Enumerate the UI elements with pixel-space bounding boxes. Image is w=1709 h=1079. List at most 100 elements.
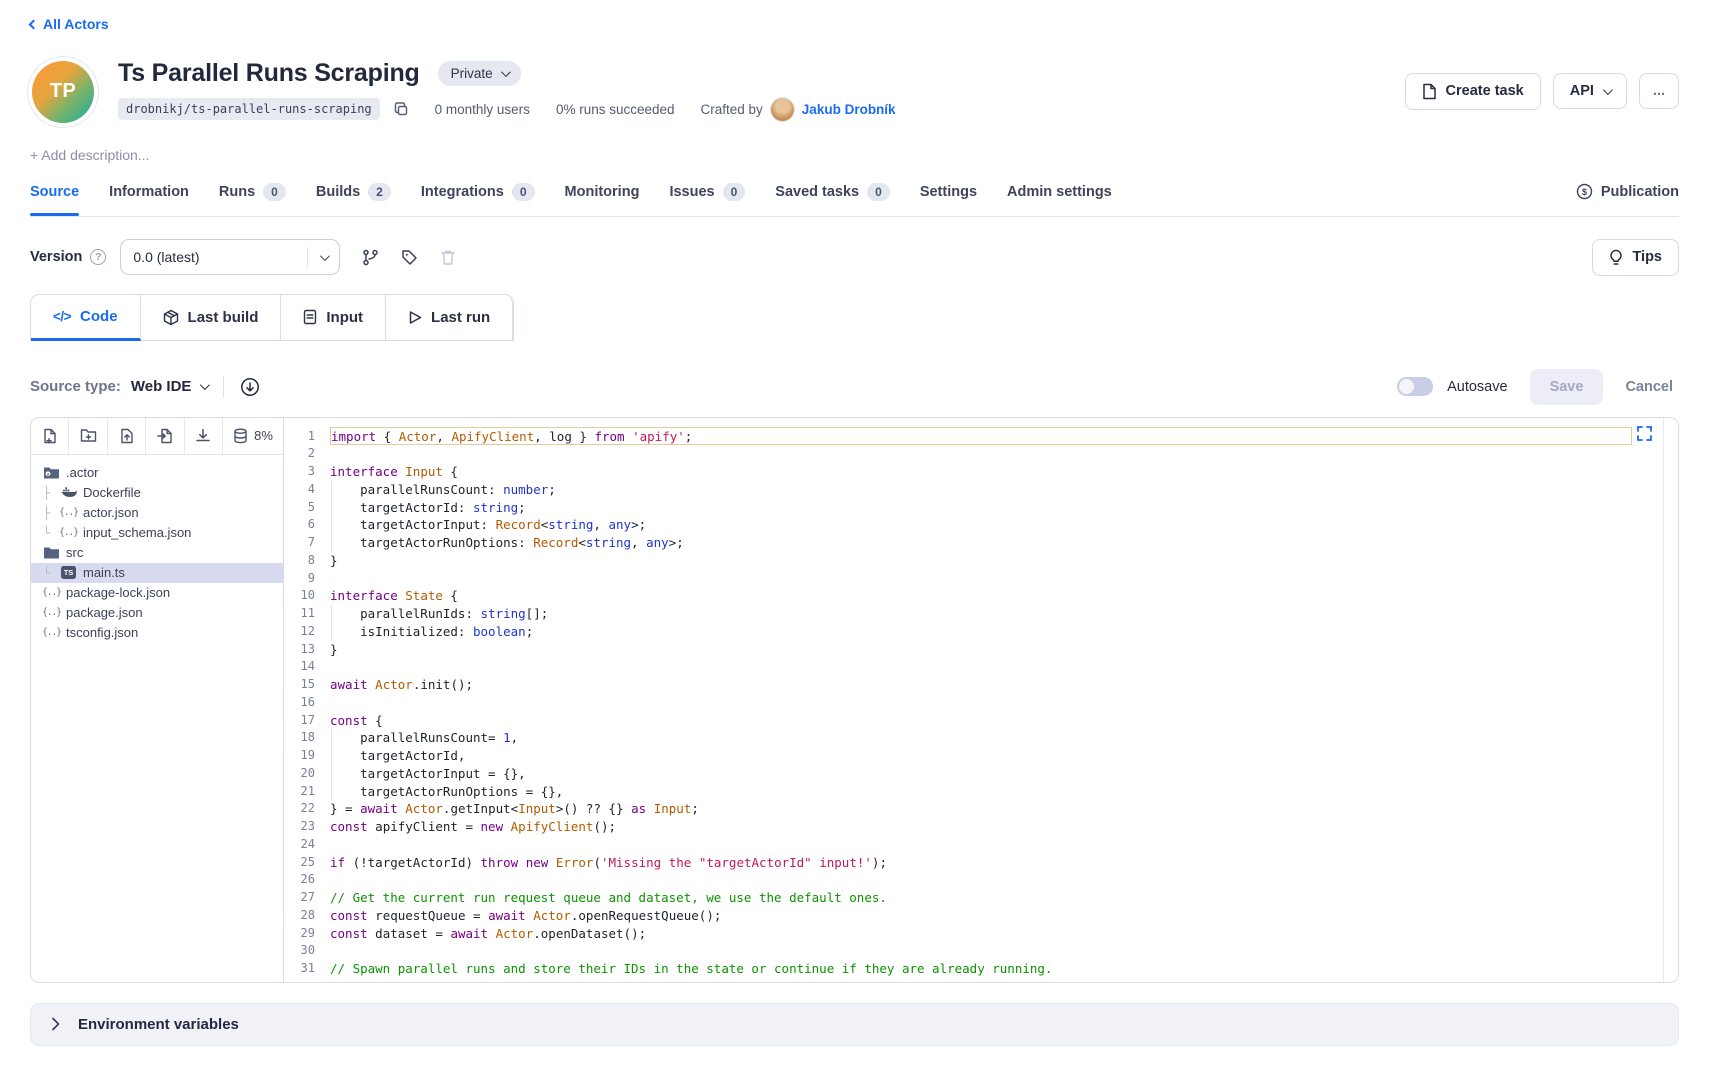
tab-runs[interactable]: Runs0	[219, 183, 286, 216]
download-source-icon[interactable]	[240, 377, 260, 397]
code-line-content[interactable]	[330, 836, 1632, 854]
subtab-input[interactable]: Input	[281, 295, 386, 341]
save-button[interactable]: Save	[1530, 369, 1604, 405]
chevron-left-icon	[29, 19, 39, 29]
actor-tabs: Source Information Runs0 Builds2 Integration…	[30, 183, 1679, 217]
tab-admin-settings[interactable]: Admin settings	[1007, 184, 1112, 215]
tree-item-dockerfile[interactable]: ├Dockerfile	[41, 483, 283, 503]
tab-issues[interactable]: Issues0	[669, 183, 745, 216]
version-label: Version	[30, 249, 82, 265]
code-line-content[interactable]: const {	[330, 712, 1632, 730]
code-line-content[interactable]: }	[330, 552, 1632, 570]
cancel-button[interactable]: Cancel	[1625, 379, 1679, 395]
code-line-content[interactable]: targetActorRunOptions: Record<string, an…	[330, 534, 1632, 552]
tag-icon[interactable]	[401, 249, 418, 266]
code-line-content[interactable]: interface State {	[330, 587, 1632, 605]
tree-item-package-json[interactable]: {..}package.json	[41, 603, 283, 623]
api-button[interactable]: API	[1553, 73, 1627, 109]
actor-folder-icon: a	[43, 466, 60, 480]
line-number: 24	[284, 836, 330, 854]
tab-builds[interactable]: Builds2	[316, 183, 391, 216]
version-selected-value: 0.0 (latest)	[133, 249, 199, 265]
subtab-label: Code	[80, 308, 118, 325]
code-line-content[interactable]: targetActorId,	[330, 747, 1632, 765]
git-branch-icon[interactable]	[362, 249, 379, 266]
code-line-content[interactable]	[330, 694, 1632, 712]
actor-avatar: TP	[32, 61, 94, 123]
source-type-dropdown[interactable]: Web IDE	[131, 378, 208, 395]
new-file-icon[interactable]	[31, 418, 69, 454]
version-select[interactable]: 0.0 (latest)	[120, 239, 340, 275]
fullscreen-icon[interactable]	[1637, 426, 1652, 441]
tab-source[interactable]: Source	[30, 184, 79, 215]
line-number: 10	[284, 587, 330, 605]
environment-variables-panel[interactable]: Environment variables	[30, 1003, 1679, 1046]
code-line-content[interactable]: parallelRunsCount= 1,	[330, 729, 1632, 747]
trash-icon[interactable]	[440, 249, 456, 266]
code-line-content[interactable]: const requestQueue = await Actor.openReq…	[330, 907, 1632, 925]
import-file-icon[interactable]	[146, 418, 184, 454]
code-line-content[interactable]: if (!targetActorId) throw new Error('Mis…	[330, 854, 1632, 872]
create-task-button[interactable]: Create task	[1405, 73, 1541, 110]
tree-item-input-schema-json[interactable]: └{..}input_schema.json	[41, 523, 283, 543]
tree-item-main-ts[interactable]: └TSmain.ts	[31, 563, 283, 583]
line-number: 13	[284, 641, 330, 659]
stat-runs-succeeded: 0% runs succeeded	[556, 102, 675, 117]
code-line-content[interactable]	[330, 570, 1632, 588]
autosave-toggle[interactable]	[1397, 377, 1433, 396]
actor-header: TP Ts Parallel Runs Scraping Private dro…	[30, 59, 1679, 123]
code-line-content[interactable]: await Actor.init();	[330, 676, 1632, 694]
code-line: 17const {	[284, 712, 1678, 730]
help-icon[interactable]: ?	[90, 249, 106, 265]
code-line-content[interactable]	[330, 942, 1632, 960]
line-number: 18	[284, 729, 330, 747]
breadcrumb-all-actors[interactable]: All Actors	[30, 16, 109, 32]
copy-icon[interactable]	[394, 102, 409, 117]
code-line-content[interactable]: targetActorInput: Record<string, any>;	[330, 516, 1632, 534]
stat-monthly-users: 0 monthly users	[435, 102, 530, 117]
code-line-content[interactable]: parallelRunIds: string[];	[330, 605, 1632, 623]
tree-item-actor-json[interactable]: ├{..}actor.json	[41, 503, 283, 523]
code-line-content[interactable]: }	[330, 641, 1632, 659]
code-line-content[interactable]: isInitialized: boolean;	[330, 623, 1632, 641]
code-line-content[interactable]: targetActorId: string;	[330, 499, 1632, 517]
visibility-dropdown[interactable]: Private	[438, 61, 521, 86]
tab-integrations[interactable]: Integrations0	[421, 183, 535, 216]
tab-publication[interactable]: $ Publication	[1576, 183, 1679, 215]
tab-monitoring[interactable]: Monitoring	[565, 184, 640, 215]
code-line-content[interactable]: // Spawn parallel runs and store their I…	[330, 960, 1632, 978]
author-link[interactable]: Jakub Drobník	[802, 102, 896, 117]
tree-item-tsconfig-json[interactable]: {..}tsconfig.json	[41, 623, 283, 643]
tips-button[interactable]: Tips	[1592, 239, 1679, 276]
task-file-icon	[1422, 83, 1437, 100]
tree-item-src[interactable]: src	[41, 543, 283, 563]
upload-file-icon[interactable]	[108, 418, 146, 454]
code-line-content[interactable]: targetActorRunOptions = {},	[330, 783, 1632, 801]
download-icon[interactable]	[185, 418, 223, 454]
code-line-content[interactable]: targetActorInput = {},	[330, 765, 1632, 783]
tab-settings[interactable]: Settings	[920, 184, 977, 215]
tree-connector: ├	[43, 506, 54, 520]
tab-saved-tasks[interactable]: Saved tasks0	[775, 183, 890, 216]
tree-item-package-lock-json[interactable]: {..}package-lock.json	[41, 583, 283, 603]
code-line-content[interactable]: const apifyClient = new ApifyClient();	[330, 818, 1632, 836]
code-editor[interactable]: 1import { Actor, ApifyClient, log } from…	[284, 418, 1678, 982]
code-line-content[interactable]: parallelRunsCount: number;	[330, 481, 1632, 499]
editor-scrollbar[interactable]	[1663, 418, 1678, 982]
code-line-content[interactable]	[330, 445, 1632, 463]
code-line-content[interactable]	[330, 658, 1632, 676]
subtab-last-build[interactable]: Last build	[141, 295, 282, 341]
tab-information[interactable]: Information	[109, 184, 189, 215]
tree-item--actor[interactable]: a.actor	[41, 463, 283, 483]
add-description-button[interactable]: + Add description...	[30, 147, 149, 163]
code-line-content[interactable]	[330, 871, 1632, 889]
code-line-content[interactable]: // Get the current run request queue and…	[330, 889, 1632, 907]
code-line-content[interactable]: interface Input {	[330, 463, 1632, 481]
code-line-content[interactable]: } = await Actor.getInput<Input>() ?? {} …	[330, 800, 1632, 818]
subtab-code[interactable]: </>Code	[31, 295, 141, 341]
new-folder-icon[interactable]	[69, 418, 107, 454]
code-line-content[interactable]: import { Actor, ApifyClient, log } from …	[330, 427, 1632, 446]
code-line-content[interactable]: const dataset = await Actor.openDataset(…	[330, 925, 1632, 943]
more-actions-button[interactable]: ...	[1639, 73, 1679, 109]
subtab-last-run[interactable]: Last run	[386, 295, 513, 341]
